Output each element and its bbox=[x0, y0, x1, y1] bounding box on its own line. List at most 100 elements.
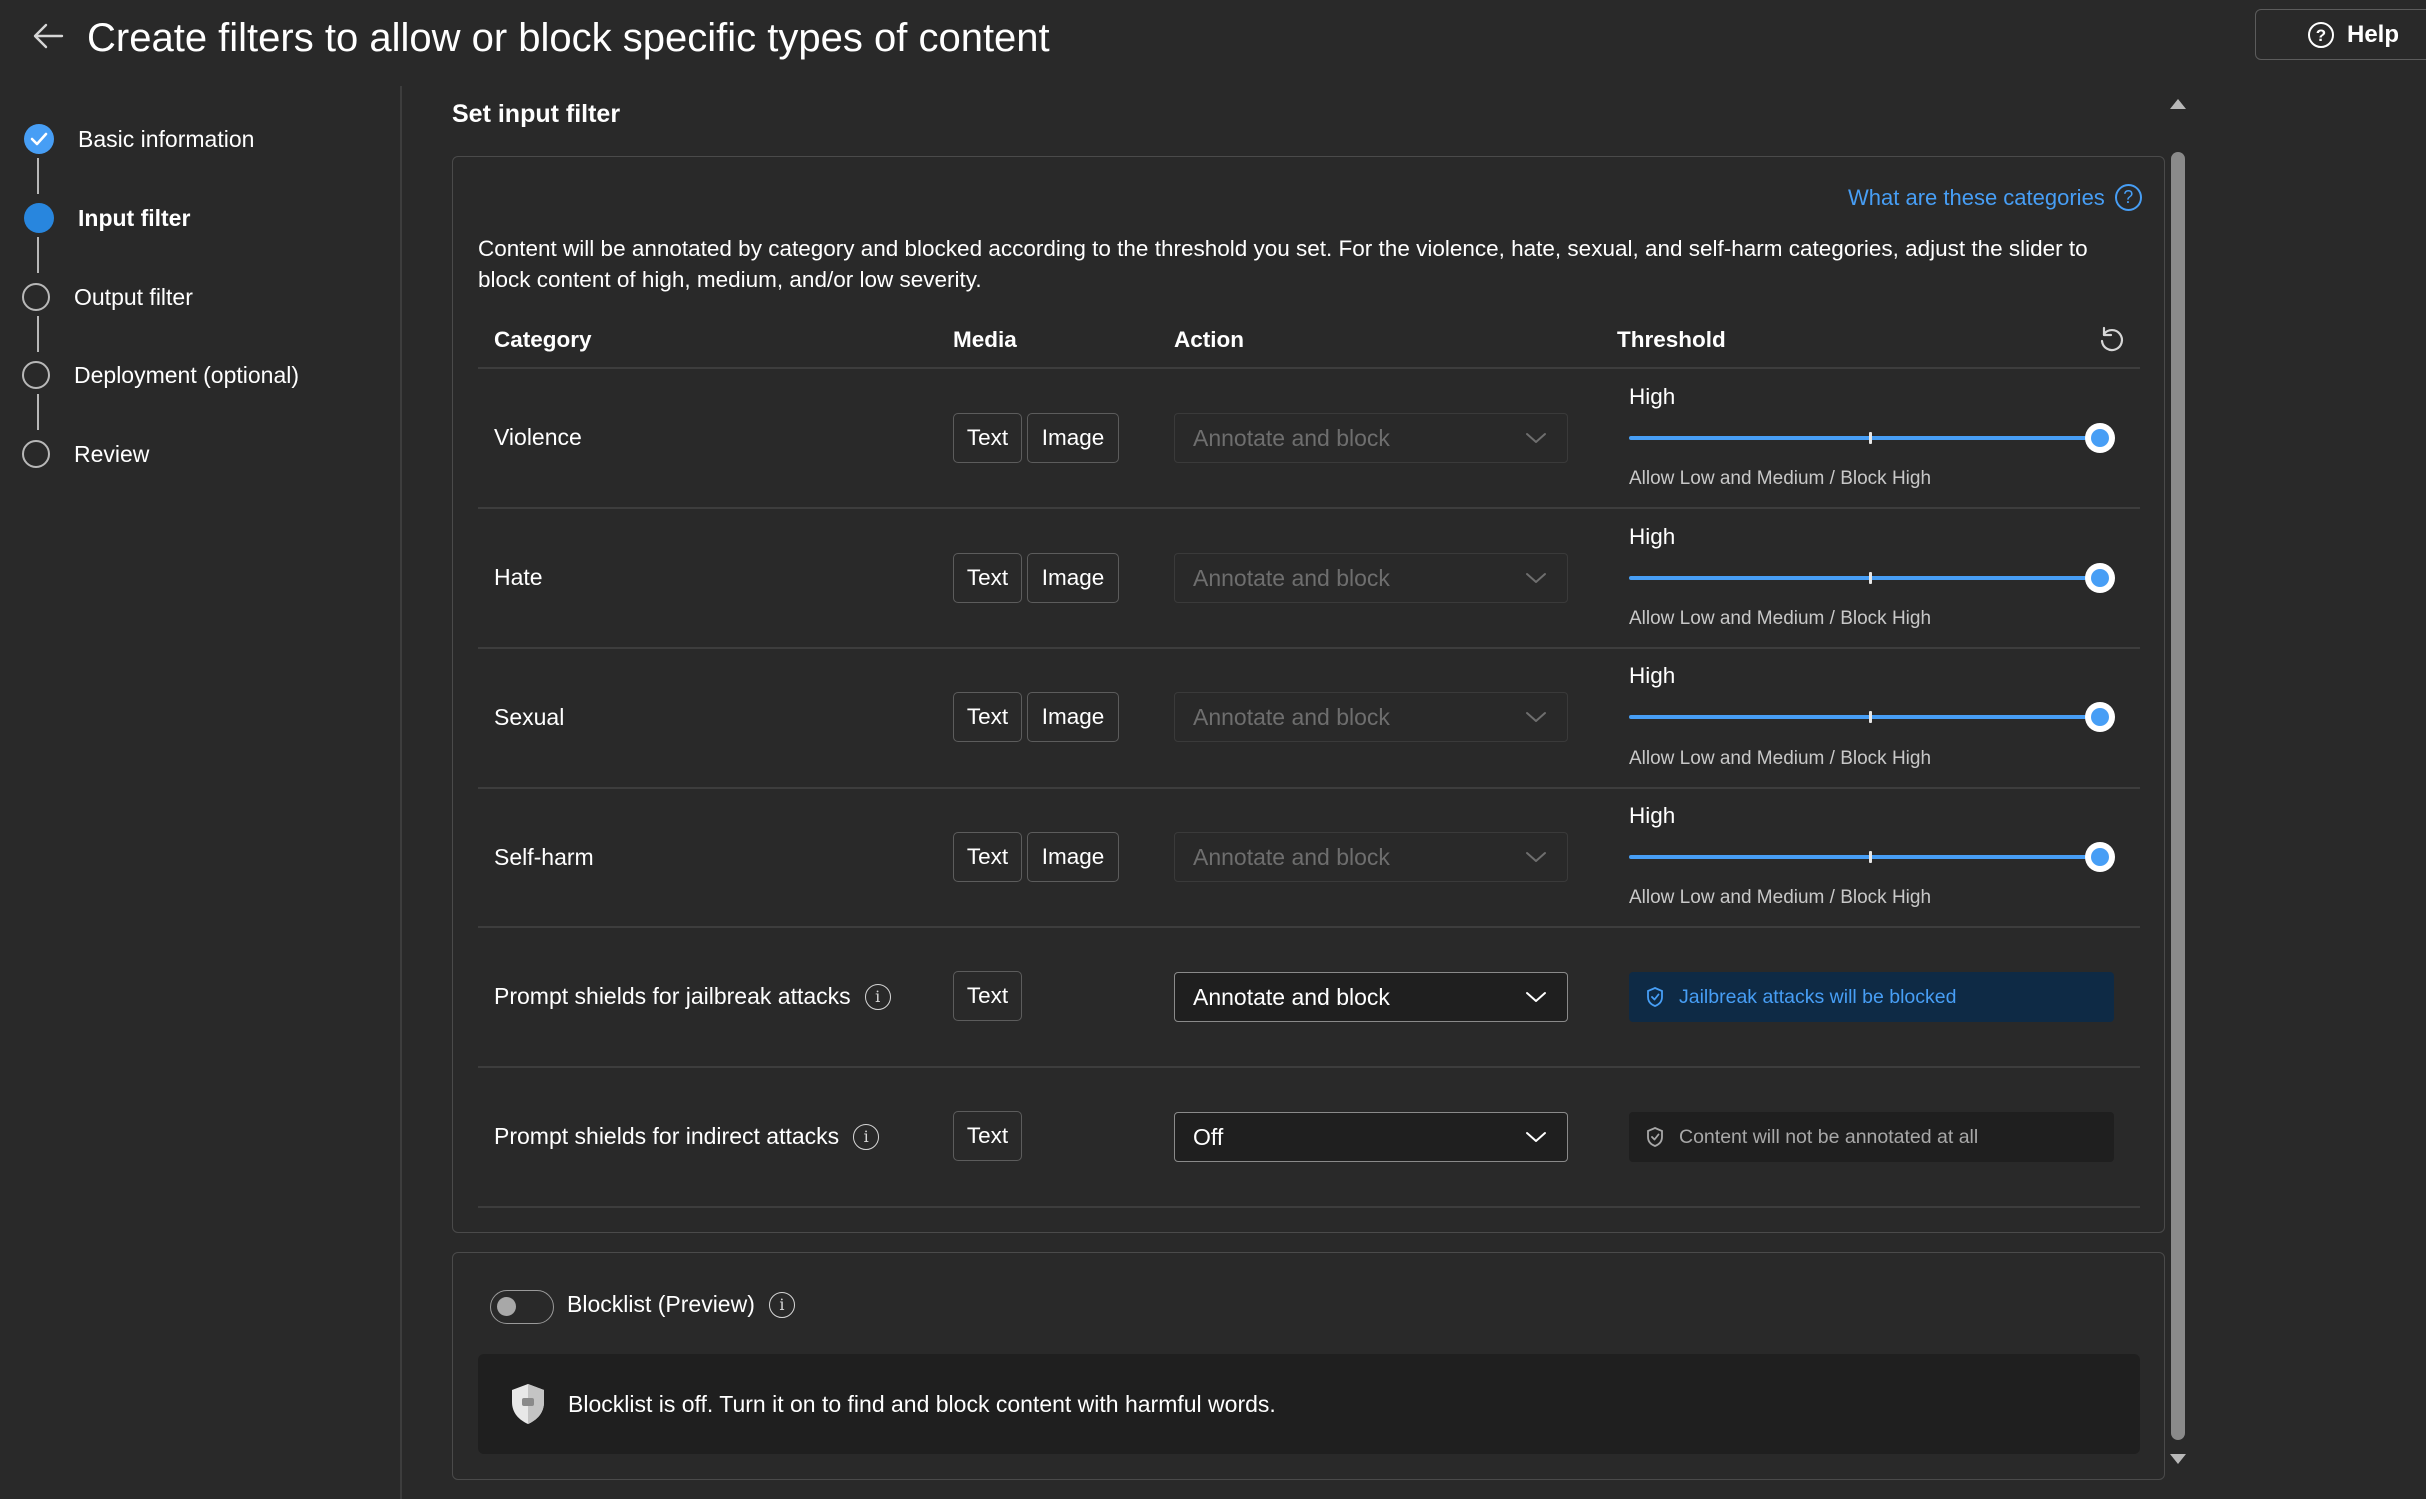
column-header-media: Media bbox=[953, 327, 1017, 352]
category-label: Prompt shields for jailbreak attacks bbox=[494, 983, 851, 1009]
category-label: Prompt shields for indirect attacks bbox=[494, 1123, 840, 1149]
shield-icon bbox=[512, 1384, 544, 1424]
nav-divider bbox=[400, 86, 402, 1499]
column-header-category: Category bbox=[494, 327, 592, 352]
indirect-status: Content will not be annotated at all bbox=[1629, 1112, 2114, 1162]
step-label: Output filter bbox=[74, 283, 193, 310]
pending-step-icon bbox=[22, 283, 50, 311]
blocklist-notice: Blocklist is off. Turn it on to find and… bbox=[478, 1354, 2140, 1454]
status-text: Content will not be annotated at all bbox=[1679, 1125, 1979, 1148]
threshold-slider[interactable] bbox=[1629, 563, 2115, 593]
row-divider bbox=[478, 507, 2140, 509]
slider-thumb[interactable] bbox=[2085, 423, 2115, 453]
media-text-chip[interactable]: Text bbox=[953, 553, 1022, 603]
row-divider bbox=[478, 926, 2140, 928]
action-value: Annotate and block bbox=[1193, 424, 1390, 451]
threshold-caption: Allow Low and Medium / Block High bbox=[1629, 468, 1932, 489]
step-connector bbox=[37, 237, 39, 273]
chevron-down-icon bbox=[1526, 992, 1546, 1002]
info-icon[interactable]: i bbox=[864, 983, 891, 1010]
blocklist-label-text: Blocklist (Preview) bbox=[567, 1291, 755, 1317]
chevron-down-icon bbox=[1526, 573, 1546, 583]
threshold-slider[interactable] bbox=[1629, 423, 2115, 453]
scrollbar-thumb[interactable] bbox=[2171, 152, 2185, 1440]
threshold-level-label: High bbox=[1629, 663, 1676, 688]
action-value: Annotate and block bbox=[1193, 843, 1390, 870]
step-basic-information[interactable]: Basic information bbox=[24, 122, 254, 156]
help-icon: ? bbox=[2307, 21, 2334, 48]
checkmark-icon bbox=[24, 124, 54, 154]
categories-link-label: What are these categories bbox=[1848, 184, 2105, 210]
scroll-up-arrow-icon[interactable] bbox=[2169, 97, 2187, 111]
step-connector bbox=[37, 316, 39, 352]
jailbreak-action-select[interactable]: Annotate and block bbox=[1174, 972, 1568, 1022]
action-value: Annotate and block bbox=[1193, 564, 1390, 591]
threshold-caption: Allow Low and Medium / Block High bbox=[1629, 887, 1932, 908]
threshold-caption: Allow Low and Medium / Block High bbox=[1629, 748, 1932, 769]
slider-thumb[interactable] bbox=[2085, 563, 2115, 593]
action-select: Annotate and block bbox=[1174, 413, 1568, 463]
step-input-filter[interactable]: Input filter bbox=[24, 201, 190, 235]
threshold-level-label: High bbox=[1629, 524, 1676, 549]
step-label: Basic information bbox=[78, 125, 255, 152]
info-icon[interactable]: i bbox=[768, 1291, 795, 1318]
current-step-icon bbox=[24, 203, 54, 233]
step-label: Deployment (optional) bbox=[74, 361, 300, 388]
row-divider bbox=[478, 367, 2140, 369]
media-image-chip[interactable]: Image bbox=[1027, 692, 1119, 742]
step-connector bbox=[37, 158, 39, 194]
scroll-down-arrow-icon[interactable] bbox=[2169, 1452, 2187, 1466]
step-output-filter[interactable]: Output filter bbox=[22, 280, 193, 314]
media-text-chip[interactable]: Text bbox=[953, 832, 1022, 882]
step-review[interactable]: Review bbox=[22, 437, 149, 471]
pending-step-icon bbox=[22, 440, 50, 468]
category-hate: Hate bbox=[494, 564, 543, 590]
help-button[interactable]: ? Help bbox=[2255, 9, 2426, 60]
media-image-chip[interactable]: Image bbox=[1027, 553, 1119, 603]
action-value: Off bbox=[1193, 1123, 1224, 1150]
reset-icon[interactable] bbox=[2096, 324, 2128, 356]
media-image-chip[interactable]: Image bbox=[1027, 832, 1119, 882]
threshold-level-label: High bbox=[1629, 384, 1676, 409]
slider-thumb[interactable] bbox=[2085, 842, 2115, 872]
threshold-slider[interactable] bbox=[1629, 842, 2115, 872]
help-label: Help bbox=[2346, 20, 2399, 48]
section-title: Set input filter bbox=[452, 100, 621, 128]
column-header-threshold: Threshold bbox=[1617, 327, 1726, 352]
media-image-chip[interactable]: Image bbox=[1027, 413, 1119, 463]
slider-thumb[interactable] bbox=[2085, 702, 2115, 732]
info-icon[interactable]: i bbox=[853, 1123, 880, 1150]
action-select: Annotate and block bbox=[1174, 832, 1568, 882]
media-text-chip[interactable]: Text bbox=[953, 1111, 1022, 1161]
shield-icon bbox=[1647, 987, 1663, 1007]
indirect-action-select[interactable]: Off bbox=[1174, 1112, 1568, 1162]
back-arrow-icon[interactable] bbox=[30, 18, 66, 54]
question-icon: ? bbox=[2114, 184, 2142, 211]
threshold-caption: Allow Low and Medium / Block High bbox=[1629, 608, 1932, 629]
description: Content will be annotated by category an… bbox=[478, 236, 2088, 292]
categories-help-link[interactable]: What are these categories ? bbox=[1848, 184, 2142, 211]
action-value: Annotate and block bbox=[1193, 983, 1390, 1010]
category-sexual: Sexual bbox=[494, 704, 565, 730]
jailbreak-status: Jailbreak attacks will be blocked bbox=[1629, 972, 2114, 1022]
shield-icon bbox=[1647, 1127, 1663, 1147]
threshold-level-label: High bbox=[1629, 803, 1676, 828]
column-header-action: Action bbox=[1174, 327, 1244, 352]
media-text-chip[interactable]: Text bbox=[953, 692, 1022, 742]
category-self-harm: Self-harm bbox=[494, 844, 594, 870]
threshold-slider[interactable] bbox=[1629, 702, 2115, 732]
action-select: Annotate and block bbox=[1174, 692, 1568, 742]
action-value: Annotate and block bbox=[1193, 703, 1390, 730]
row-divider bbox=[478, 787, 2140, 789]
step-connector bbox=[37, 394, 39, 430]
blocklist-toggle[interactable] bbox=[490, 1290, 554, 1324]
step-label: Input filter bbox=[78, 204, 191, 231]
chevron-down-icon bbox=[1526, 433, 1546, 443]
category-jailbreak-shield: Prompt shields for jailbreak attacks i bbox=[494, 983, 891, 1010]
action-select: Annotate and block bbox=[1174, 553, 1568, 603]
step-deployment[interactable]: Deployment (optional) bbox=[22, 358, 299, 392]
category-violence: Violence bbox=[494, 424, 582, 450]
media-text-chip[interactable]: Text bbox=[953, 413, 1022, 463]
media-text-chip[interactable]: Text bbox=[953, 971, 1022, 1021]
blocklist-notice-text: Blocklist is off. Turn it on to find and… bbox=[568, 1390, 1276, 1417]
